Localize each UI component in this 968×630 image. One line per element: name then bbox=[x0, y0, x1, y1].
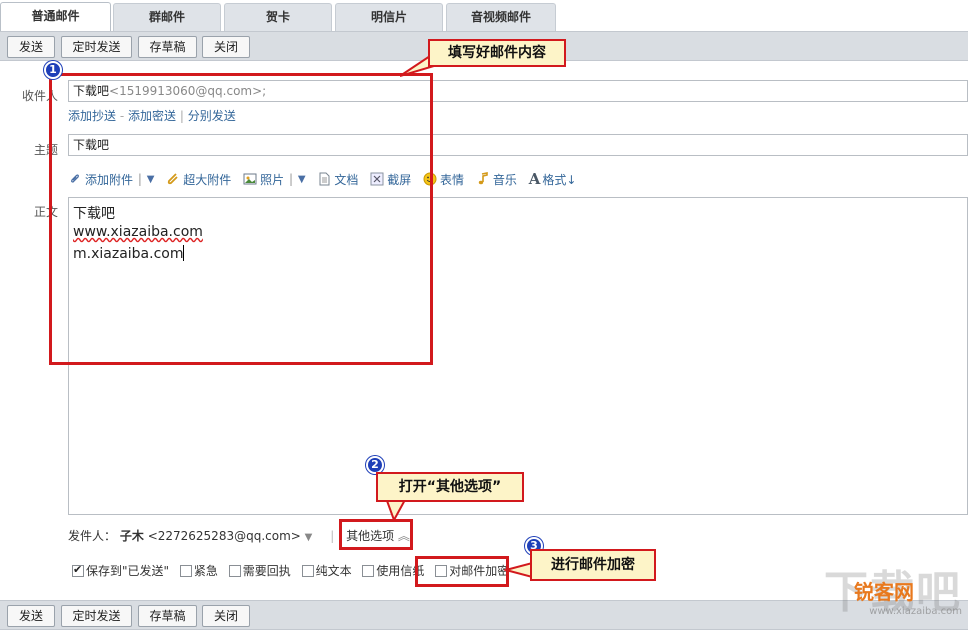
checkbox-checked[interactable] bbox=[72, 565, 84, 577]
checkbox[interactable] bbox=[362, 565, 374, 577]
checkbox[interactable] bbox=[180, 565, 192, 577]
tab-normal-mail[interactable]: 普通邮件 bbox=[0, 2, 111, 32]
step-badge-1: 1 bbox=[44, 61, 62, 79]
callout-fill-content: 填写好邮件内容 bbox=[428, 39, 566, 67]
label: 音乐 bbox=[493, 171, 517, 188]
tab-label: 音视频邮件 bbox=[471, 10, 531, 24]
tab-label: 明信片 bbox=[371, 10, 407, 24]
watermark: 下载吧 锐客网 www.xiazaiba.com bbox=[782, 562, 962, 622]
watermark-url: www.xiazaiba.com bbox=[869, 606, 962, 617]
font-format-icon: A bbox=[529, 170, 541, 188]
watermark-brand: 锐客网 bbox=[854, 576, 914, 605]
annotation-box-encrypt bbox=[415, 556, 509, 587]
save-draft-button[interactable]: 存草稿 bbox=[138, 36, 197, 58]
tab-label: 贺卡 bbox=[266, 10, 290, 24]
format-button[interactable]: A格式↓ bbox=[529, 170, 577, 188]
scheduled-send-button[interactable]: 定时发送 bbox=[61, 605, 132, 627]
sender-label: 发件人： bbox=[68, 529, 116, 543]
annotation-box-content bbox=[49, 73, 433, 365]
sender-email[interactable]: <2272625283@qq.com> bbox=[148, 529, 301, 543]
callout-open-options: 打开“其他选项” bbox=[376, 472, 524, 502]
music-button[interactable]: 音乐 bbox=[476, 171, 517, 188]
music-note-icon bbox=[476, 172, 490, 186]
sender-name: 子木 bbox=[120, 529, 144, 543]
tab-group-mail[interactable]: 群邮件 bbox=[113, 3, 221, 31]
option-label: 保存到"已发送" bbox=[86, 564, 169, 578]
tab-label: 普通邮件 bbox=[31, 9, 79, 23]
option-label: 需要回执 bbox=[243, 564, 291, 578]
option-plain-text[interactable]: 纯文本 bbox=[302, 562, 352, 579]
option-label: 纯文本 bbox=[316, 564, 352, 578]
tab-bar: 普通邮件 群邮件 贺卡 明信片 音视频邮件 bbox=[0, 0, 968, 31]
option-receipt[interactable]: 需要回执 bbox=[229, 562, 291, 579]
sender-dropdown-icon[interactable]: ▼ bbox=[305, 532, 313, 543]
send-button[interactable]: 发送 bbox=[7, 605, 55, 627]
callout-encrypt: 进行邮件加密 bbox=[530, 549, 656, 581]
scheduled-send-button[interactable]: 定时发送 bbox=[61, 36, 132, 58]
option-save-sent[interactable]: 保存到"已发送" bbox=[72, 562, 169, 579]
tab-av-mail[interactable]: 音视频邮件 bbox=[446, 3, 556, 31]
checkbox[interactable] bbox=[229, 565, 241, 577]
annotation-box-other-options bbox=[339, 519, 413, 550]
tab-greeting-card[interactable]: 贺卡 bbox=[224, 3, 332, 31]
tab-postcard[interactable]: 明信片 bbox=[335, 3, 443, 31]
send-button[interactable]: 发送 bbox=[7, 36, 55, 58]
close-button[interactable]: 关闭 bbox=[202, 605, 250, 627]
option-urgent[interactable]: 紧急 bbox=[180, 562, 218, 579]
label: 格式↓ bbox=[542, 171, 576, 188]
checkbox[interactable] bbox=[302, 565, 314, 577]
label: 表情 bbox=[440, 171, 464, 188]
tab-label: 群邮件 bbox=[149, 10, 185, 24]
option-label: 紧急 bbox=[194, 564, 218, 578]
close-button[interactable]: 关闭 bbox=[202, 36, 250, 58]
save-draft-button[interactable]: 存草稿 bbox=[138, 605, 197, 627]
